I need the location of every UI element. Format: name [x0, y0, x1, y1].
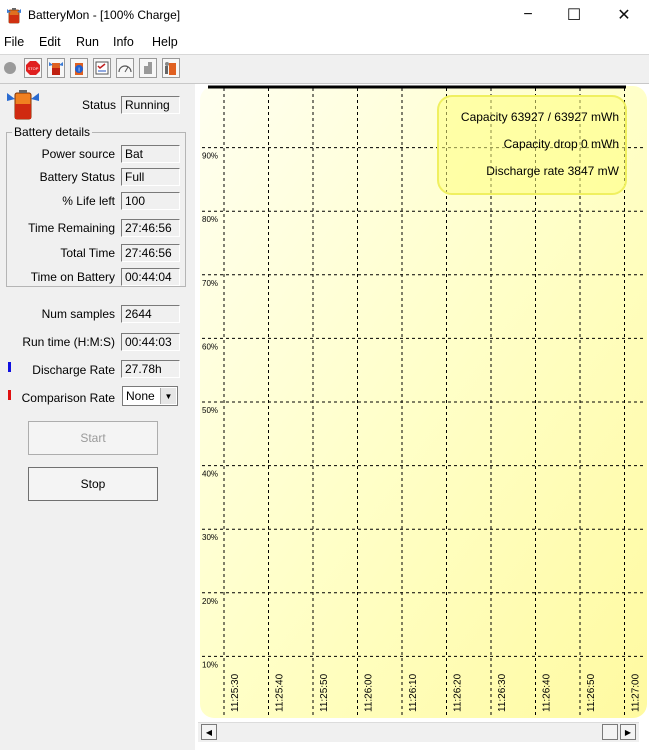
x-tick-label: 11:26:00 — [364, 673, 375, 712]
y-tick-label: 10% — [202, 660, 218, 669]
svg-text:i: i — [78, 68, 79, 74]
menu-help[interactable]: Help — [152, 35, 178, 49]
battery-settings-button[interactable] — [162, 58, 180, 78]
total-time-field: 27:46:56 — [121, 244, 180, 262]
y-tick-label: 50% — [202, 406, 218, 415]
capacity-text: Capacity 63927 / 63927 mWh — [461, 110, 619, 124]
status-label: Status — [82, 98, 117, 112]
menu-bar: File Edit Run Info Help — [0, 32, 649, 55]
y-tick-label: 60% — [202, 342, 218, 351]
x-tick-label: 11:26:50 — [586, 673, 597, 712]
menu-edit[interactable]: Edit — [39, 35, 61, 49]
status-field: Running — [121, 96, 180, 114]
gauge-icon — [118, 65, 132, 73]
discharge-rate-label: Discharge Rate — [32, 363, 115, 377]
chart-area: 10% 20% 30% 40% 50% 60% 70% 80% 90% 11:25:30 11:2… — [198, 84, 649, 720]
y-tick-label: 90% — [202, 152, 218, 161]
info-button[interactable]: i — [70, 58, 88, 78]
x-tick-label: 11:25:40 — [275, 673, 286, 712]
time-remaining-field: 27:46:56 — [121, 219, 180, 237]
x-tick-label: 11:26:20 — [453, 673, 464, 712]
x-tick-label: 11:26:30 — [497, 673, 508, 712]
close-button[interactable]: ✕ — [601, 0, 647, 30]
run-time-field: 00:44:03 — [121, 333, 180, 351]
comparison-rate-select[interactable]: None ▼ — [122, 386, 178, 406]
checklist-icon — [95, 61, 109, 75]
time-on-battery-label: Time on Battery — [30, 270, 115, 284]
stop-toolbar-button[interactable]: STOP — [24, 58, 42, 78]
y-tick-label: 20% — [202, 597, 218, 606]
num-samples-label: Num samples — [41, 307, 115, 321]
menu-file[interactable]: File — [4, 35, 24, 49]
x-tick-label: 11:25:50 — [319, 673, 330, 712]
battery-button[interactable] — [47, 58, 65, 78]
life-left-field: 100 — [121, 192, 180, 210]
battery-chart: 10% 20% 30% 40% 50% 60% 70% 80% 90% 11:25:30 11:2… — [200, 85, 647, 718]
scroll-right-button[interactable]: ▶ — [620, 724, 636, 740]
svg-text:STOP: STOP — [28, 66, 39, 71]
discharge-rate-field: 27.78h — [121, 360, 180, 378]
y-tick-label: 40% — [202, 470, 218, 479]
start-button[interactable]: Start — [28, 421, 158, 455]
y-tick-label: 30% — [202, 533, 218, 542]
left-panel: Status Running Battery details Power sou… — [0, 84, 195, 750]
power-source-field: Bat — [121, 145, 180, 163]
stop-button[interactable]: Stop — [28, 467, 158, 501]
chevron-down-icon[interactable]: ▼ — [160, 388, 176, 404]
title-bar: BatteryMon - [100% Charge] − ☐ ✕ — [0, 0, 649, 32]
x-tick-label: 11:27:00 — [631, 673, 642, 712]
num-samples-field: 2644 — [121, 305, 180, 323]
x-tick-label: 11:26:10 — [408, 673, 419, 712]
menu-run[interactable]: Run — [76, 35, 99, 49]
record-button[interactable] — [1, 58, 19, 78]
time-on-battery-field: 00:44:04 — [121, 268, 180, 286]
battery-status-field: Full — [121, 168, 180, 186]
scroll-thumb[interactable] — [602, 724, 618, 740]
scroll-left-button[interactable]: ◀ — [201, 724, 217, 740]
comparison-rate-value: None — [126, 389, 155, 403]
run-time-label: Run time (H:M:S) — [22, 335, 115, 349]
gauge-button[interactable] — [116, 58, 134, 78]
maximize-button[interactable]: ☐ — [551, 0, 597, 30]
battery-status-label: Battery Status — [39, 170, 115, 184]
life-left-label: % Life left — [62, 194, 115, 208]
cursor-button[interactable] — [139, 58, 157, 78]
comparison-rate-label: Comparison Rate — [21, 391, 115, 405]
toolbar: STOP i — [0, 55, 649, 84]
discharge-rate-text: Discharge rate 3847 mW — [486, 164, 619, 178]
y-tick-label: 70% — [202, 279, 218, 288]
battery-app-icon — [7, 8, 21, 24]
checklist-button[interactable] — [93, 58, 111, 78]
x-tick-label: 11:26:40 — [542, 673, 553, 712]
comparison-rate-marker — [8, 390, 11, 400]
time-remaining-label: Time Remaining — [28, 221, 115, 235]
menu-info[interactable]: Info — [113, 35, 134, 49]
battery-icon — [49, 62, 63, 75]
horizontal-scrollbar[interactable]: ◀ ▶ — [198, 722, 639, 742]
battery-settings-icon — [165, 62, 176, 75]
window-title: BatteryMon - [100% Charge] — [28, 8, 181, 22]
discharge-rate-marker — [8, 362, 11, 372]
x-tick-label: 11:25:30 — [230, 673, 241, 712]
minimize-button[interactable]: − — [505, 0, 551, 30]
battery-status-icon — [7, 90, 39, 120]
cursor-icon — [144, 62, 152, 74]
battery-details-title: Battery details — [12, 125, 93, 139]
y-tick-label: 80% — [202, 215, 218, 224]
stop-icon: STOP — [26, 61, 40, 75]
record-icon — [4, 62, 16, 74]
capacity-drop-text: Capacity drop 0 mWh — [504, 137, 619, 151]
total-time-label: Total Time — [60, 246, 115, 260]
info-icon: i — [75, 63, 83, 75]
power-source-label: Power source — [41, 147, 115, 161]
